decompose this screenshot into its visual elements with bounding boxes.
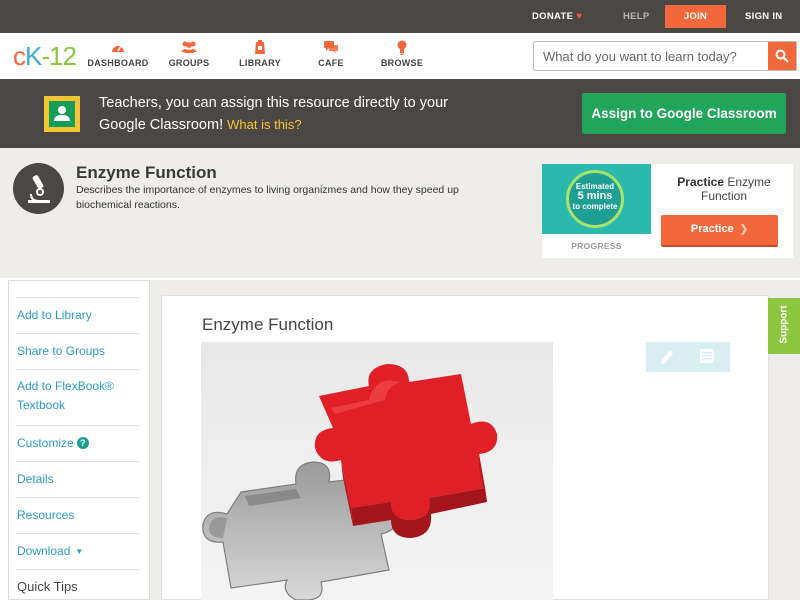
sidebar-item-label: Details <box>17 472 54 486</box>
help-icon[interactable]: ? <box>76 437 89 449</box>
concept-title: Enzyme Function <box>76 163 217 182</box>
support-label: Support <box>778 305 790 344</box>
puzzle-hero-image <box>201 342 553 600</box>
sidebar: Add to Library Share to Groups Add to Fl… <box>8 280 150 600</box>
google-classroom-text: Teachers, you can assign this resource d… <box>99 93 459 136</box>
sidebar-item-details[interactable]: Details <box>16 461 140 497</box>
pencil-icon[interactable] <box>660 349 674 370</box>
logo-k: K <box>25 41 42 71</box>
content-tools <box>646 342 730 372</box>
sidebar-item-add-to-flexbook[interactable]: Add to FlexBook® Textbook <box>16 369 140 425</box>
caret-down-icon: ▼ <box>75 547 84 556</box>
support-tab[interactable]: Support <box>768 298 800 354</box>
nav-library[interactable]: LIBRARY <box>225 40 295 68</box>
logo-dash: - <box>41 41 50 71</box>
google-classroom-icon <box>44 96 80 132</box>
sign-in-link[interactable]: SIGN IN <box>745 0 782 33</box>
sidebar-item-add-to-library[interactable]: Add to Library <box>16 297 140 333</box>
nav-groups[interactable]: GROUPS <box>154 40 224 68</box>
concept-description: Describes the importance of enzymes to l… <box>76 184 459 211</box>
top-utility-bar: DONATE ♥ HELP JOIN SIGN IN <box>0 0 800 33</box>
groups-icon <box>154 40 224 56</box>
estimated-mins: 5 mins <box>577 190 613 202</box>
what-is-this-link[interactable]: What is this? <box>227 117 301 132</box>
sidebar-item-quick-tips[interactable]: Quick Tips <box>16 569 140 600</box>
donate-link[interactable]: DONATE ♥ <box>532 0 582 33</box>
donate-label: DONATE <box>532 11 574 22</box>
notes-icon[interactable] <box>700 349 714 368</box>
sidebar-item-label: Resources <box>17 508 75 522</box>
dashboard-icon <box>83 40 153 56</box>
to-complete-label: to complete <box>572 202 618 211</box>
practice-button[interactable]: Practice ❯ <box>661 215 778 245</box>
browse-icon <box>367 40 437 56</box>
search-icon <box>775 49 789 63</box>
nav-cafe-label: CAFE <box>318 58 344 68</box>
cafe-icon <box>296 40 366 56</box>
heart-icon: ♥ <box>576 11 583 22</box>
progress-label: PROGRESS <box>571 241 622 251</box>
nav-dashboard[interactable]: DASHBOARD <box>83 40 153 68</box>
logo-12: 12 <box>49 41 77 71</box>
nav-groups-label: GROUPS <box>168 58 210 68</box>
search-input[interactable] <box>534 42 768 70</box>
sidebar-item-customize[interactable]: Customize? <box>16 425 140 461</box>
practice-title-bold: Practice <box>677 175 724 189</box>
chevron-right-icon: ❯ <box>739 224 749 235</box>
help-link[interactable]: HELP <box>623 0 650 33</box>
main-nav: cK-12 DASHBOARD GROUPS LIBRARY CAFE BROW… <box>0 33 800 79</box>
sidebar-item-label: Add to FlexBook® Textbook <box>17 379 114 412</box>
puzzle-piece-illustration <box>202 364 498 600</box>
join-button[interactable]: JOIN <box>665 5 726 28</box>
practice-title: Practice Enzyme Function <box>660 175 788 203</box>
content-title: Enzyme Function <box>202 315 334 334</box>
sidebar-item-label: Quick Tips <box>17 579 78 594</box>
practice-estimate-art: Estimated 5 mins to complete <box>542 164 651 234</box>
logo-c: c <box>13 41 26 71</box>
nav-cafe[interactable]: CAFE <box>296 40 366 68</box>
sidebar-item-label: Share to Groups <box>17 344 106 358</box>
microscope-icon <box>13 163 64 214</box>
assign-google-classroom-button[interactable]: Assign to Google Classroom <box>582 93 786 134</box>
sidebar-item-label: Add to Library <box>17 308 92 322</box>
sidebar-item-label: Customize <box>17 436 74 450</box>
search-button[interactable] <box>768 42 796 70</box>
sidebar-item-share-to-groups[interactable]: Share to Groups <box>16 333 140 369</box>
practice-card: Estimated 5 mins to complete PROGRESS Prac… <box>542 164 793 258</box>
nav-dashboard-label: DASHBOARD <box>87 58 149 68</box>
sidebar-item-label: Download <box>17 544 71 558</box>
library-icon <box>225 40 295 56</box>
nav-browse[interactable]: BROWSE <box>367 40 437 68</box>
nav-browse-label: BROWSE <box>380 58 424 68</box>
sidebar-item-download[interactable]: Download ▼ <box>16 533 140 569</box>
nav-library-label: LIBRARY <box>239 58 281 68</box>
ck12-logo[interactable]: cK-12 <box>13 41 77 72</box>
sidebar-item-resources[interactable]: Resources <box>16 497 140 533</box>
search-box <box>533 41 797 71</box>
practice-button-label: Practice <box>690 223 734 235</box>
